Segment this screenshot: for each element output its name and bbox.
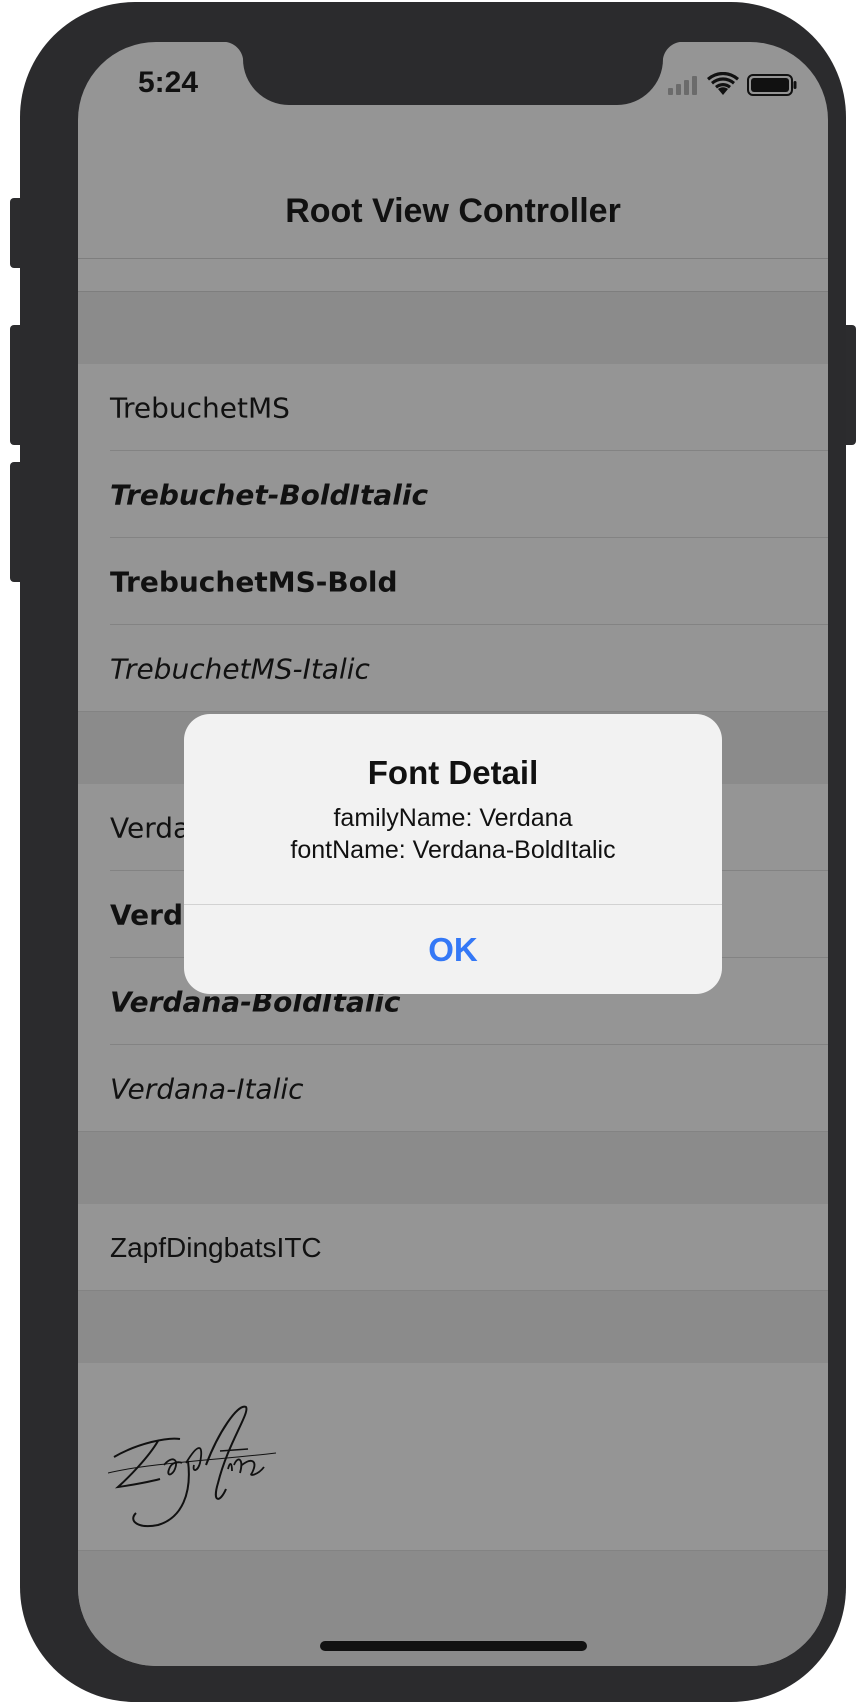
table-row[interactable] xyxy=(78,1363,828,1551)
signal-icon xyxy=(668,76,697,95)
row-label: TrebuchetMS xyxy=(110,391,290,424)
table-top-gap xyxy=(78,259,828,292)
device-frame: 5:24 Root View Controller TrebuchetMS Tr… xyxy=(20,2,846,1702)
table-row[interactable]: Trebuchet-BoldItalic xyxy=(78,451,828,538)
table-row[interactable]: ZapfDingbatsITC xyxy=(78,1204,828,1291)
row-label: ZapfDingbatsITC xyxy=(110,1231,322,1263)
ok-button[interactable]: OK xyxy=(184,905,722,994)
status-time: 5:24 xyxy=(138,66,199,99)
alert-family-name: familyName: Verdana xyxy=(333,804,573,832)
alert-title: Font Detail xyxy=(367,754,539,791)
zapfino-sample xyxy=(107,1403,278,1540)
status-icons xyxy=(668,71,798,98)
section-header-zapfino xyxy=(78,1291,828,1363)
wifi-icon xyxy=(707,71,739,95)
screen: 5:24 Root View Controller TrebuchetMS Tr… xyxy=(78,42,828,1666)
alert-font-name: fontName: Verdana-BoldItalic xyxy=(290,836,616,864)
table-row[interactable]: TrebuchetMS-Italic xyxy=(78,625,828,712)
row-label: TrebuchetMS-Italic xyxy=(110,652,370,685)
nav-title: Root View Controller xyxy=(285,192,621,230)
navigation-bar: Root View Controller xyxy=(78,132,828,259)
home-indicator[interactable] xyxy=(320,1641,587,1651)
font-detail-alert: Font Detail familyName: Verdana fontName… xyxy=(184,714,722,994)
section-header-zapfdingbats xyxy=(78,1132,828,1204)
row-label: TrebuchetMS-Bold xyxy=(110,565,398,598)
table-row[interactable]: TrebuchetMS xyxy=(78,364,828,451)
row-label: Trebuchet-BoldItalic xyxy=(110,478,429,511)
table-row[interactable]: Verdana-Italic xyxy=(78,1045,828,1132)
alert-message: familyName: Verdana fontName: Verdana-Bo… xyxy=(184,802,722,866)
row-label: Verdana-Italic xyxy=(110,1072,304,1105)
battery-icon xyxy=(747,74,797,96)
notch xyxy=(223,42,683,105)
section-header-trebuchet xyxy=(78,292,828,364)
table-row[interactable]: TrebuchetMS-Bold xyxy=(78,538,828,625)
